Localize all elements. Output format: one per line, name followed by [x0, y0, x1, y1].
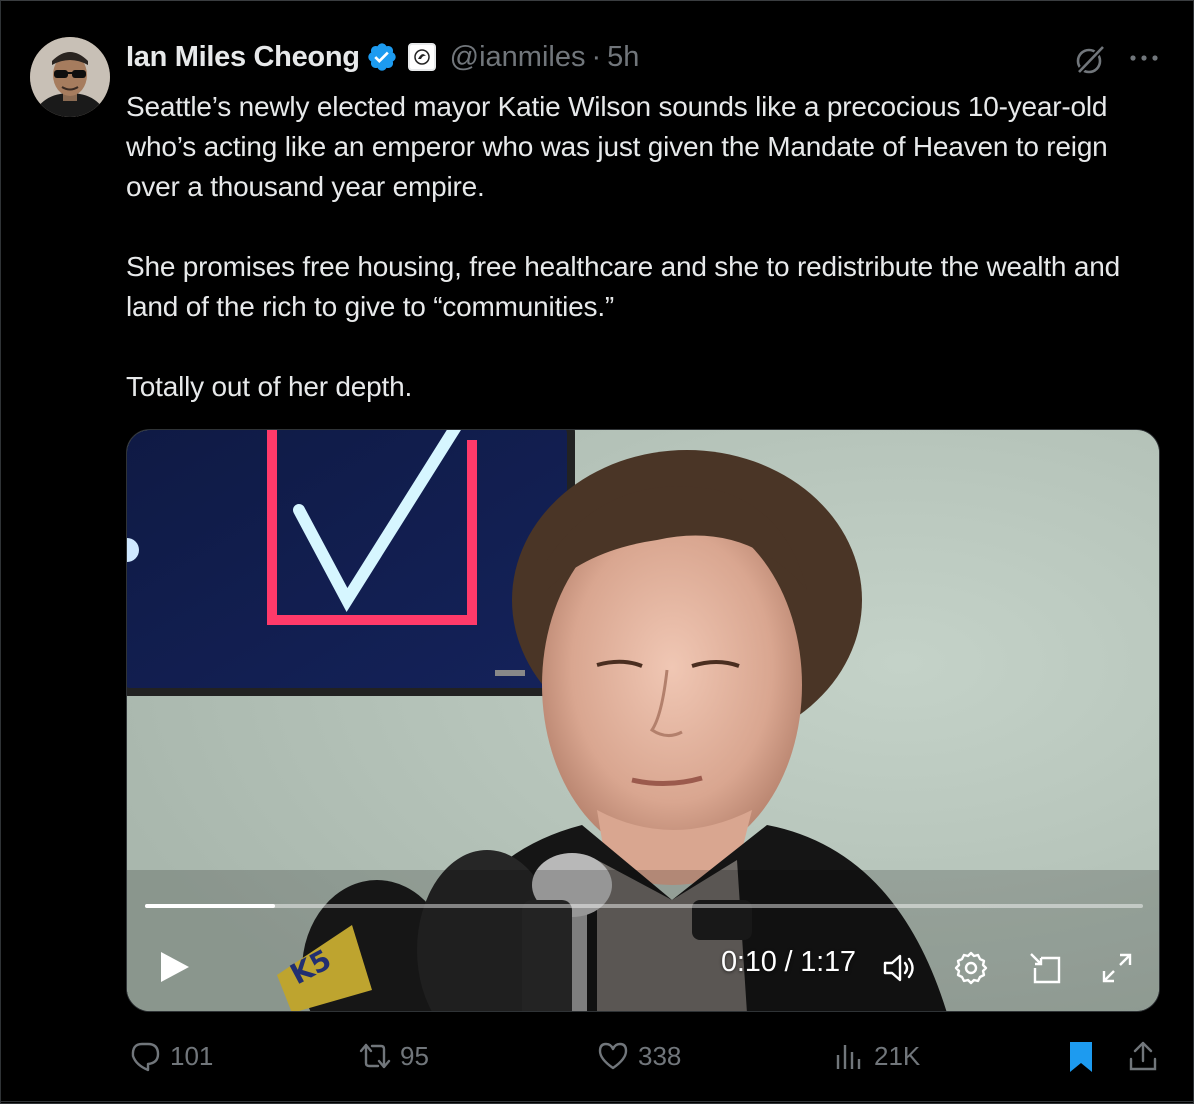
video-player[interactable]: K5 0:10 / 1:17 [126, 429, 1160, 1012]
picture-in-picture-icon[interactable] [1027, 950, 1063, 986]
repost-count: 95 [400, 1040, 429, 1071]
avatar[interactable] [30, 37, 110, 117]
affiliate-badge-icon[interactable] [407, 43, 436, 71]
repost-button[interactable]: 95 [358, 1039, 429, 1073]
fullscreen-icon[interactable] [1099, 950, 1135, 986]
views-count: 21K [874, 1040, 921, 1071]
like-count: 338 [638, 1040, 682, 1071]
tweet-paragraph: Totally out of her depth. [126, 371, 413, 402]
views-button[interactable]: 21K [832, 1039, 920, 1073]
divider [1, 1101, 1194, 1102]
more-icon[interactable] [1127, 43, 1161, 73]
volume-icon[interactable] [881, 950, 917, 986]
tweet-text: Seattle’s newly elected mayor Katie Wils… [126, 87, 1146, 407]
reply-button[interactable]: 101 [128, 1039, 213, 1073]
tweet-header: Ian Miles Cheong @ianmiles · 5h [126, 37, 639, 77]
separator-dot: · [591, 40, 602, 73]
tweet: Ian Miles Cheong @ianmiles · 5h Seattle’… [0, 0, 1194, 1104]
action-bar: 101 95 338 21K [126, 1039, 1166, 1079]
heart-icon [598, 1042, 628, 1070]
like-button[interactable]: 338 [596, 1039, 681, 1073]
video-time: 0:10 / 1:17 [721, 946, 856, 978]
share-button[interactable] [1126, 1039, 1168, 1073]
play-icon[interactable] [157, 950, 191, 984]
bookmark-icon [1070, 1042, 1092, 1072]
video-frame: K5 [127, 430, 1159, 1011]
reply-icon [131, 1042, 160, 1072]
author-handle[interactable]: @ianmiles [450, 41, 586, 74]
grok-icon[interactable] [1073, 43, 1107, 77]
gear-icon[interactable] [953, 950, 989, 986]
avatar-image [30, 37, 110, 117]
verified-badge-icon[interactable] [366, 41, 398, 73]
tweet-paragraph: Seattle’s newly elected mayor Katie Wils… [126, 91, 1108, 202]
views-icon [836, 1045, 861, 1069]
share-icon [1129, 1041, 1157, 1071]
repost-icon [359, 1043, 391, 1069]
author-name[interactable]: Ian Miles Cheong [126, 41, 360, 74]
bookmark-button[interactable] [1064, 1039, 1106, 1073]
post-time[interactable]: 5h [607, 41, 639, 74]
reply-count: 101 [170, 1040, 214, 1071]
tweet-paragraph: She promises free housing, free healthca… [126, 251, 1120, 322]
video-progress-fill [145, 904, 275, 908]
video-progress-bar[interactable] [145, 904, 1143, 908]
